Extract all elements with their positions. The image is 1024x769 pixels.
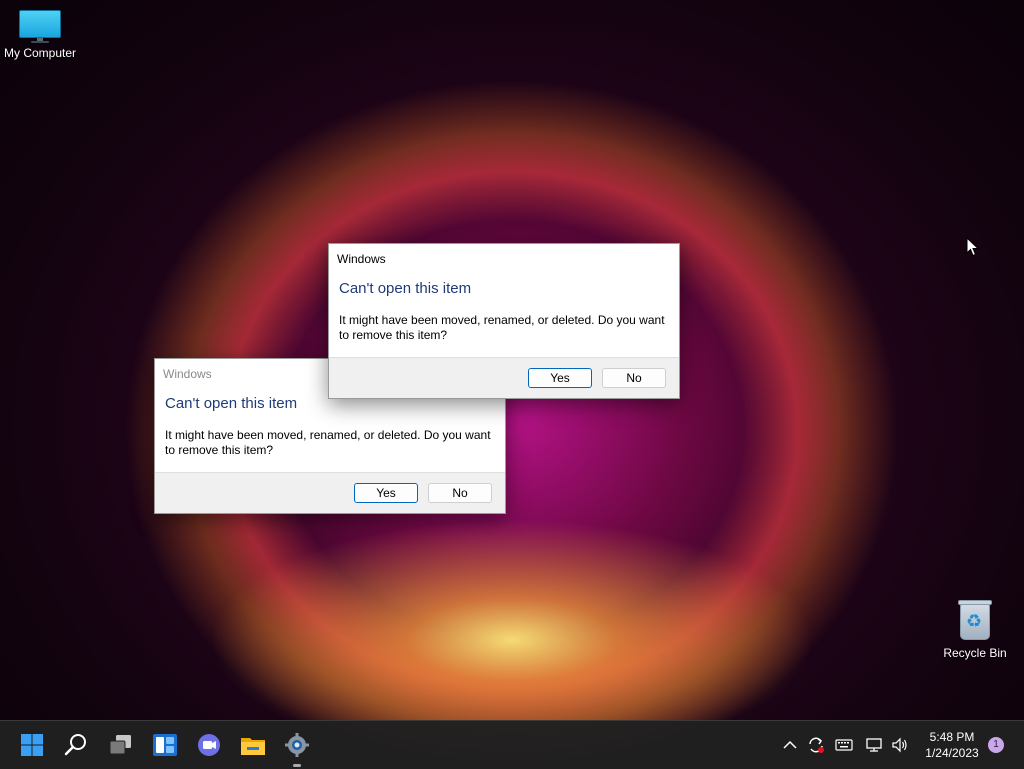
keyboard-icon[interactable] bbox=[834, 735, 854, 755]
desktop-icon-label: Recycle Bin bbox=[943, 646, 1007, 660]
network-icon[interactable] bbox=[864, 735, 884, 755]
file-explorer-icon[interactable] bbox=[239, 731, 267, 759]
volume-icon[interactable] bbox=[890, 735, 910, 755]
chevron-up-icon[interactable] bbox=[780, 735, 800, 755]
sync-icon[interactable] bbox=[806, 735, 826, 755]
clock[interactable]: 5:48 PM 1/24/2023 bbox=[917, 729, 987, 761]
yes-button[interactable]: Yes bbox=[528, 368, 592, 388]
dialog-message: It might have been moved, renamed, or de… bbox=[165, 428, 491, 457]
task-view-icon[interactable] bbox=[107, 731, 135, 759]
windows-start-icon[interactable] bbox=[18, 731, 46, 759]
dialog-footer: Yes No bbox=[329, 357, 679, 398]
error-dialog-front[interactable]: Windows Can't open this item It might ha… bbox=[328, 243, 680, 399]
search-icon[interactable] bbox=[62, 731, 90, 759]
widgets-icon[interactable] bbox=[151, 731, 179, 759]
no-button[interactable]: No bbox=[428, 483, 492, 503]
running-indicator bbox=[293, 764, 301, 767]
dialog-title: Windows bbox=[337, 252, 386, 266]
settings-gear-icon[interactable] bbox=[283, 731, 311, 759]
desktop-icon-label: My Computer bbox=[3, 46, 77, 60]
no-button[interactable]: No bbox=[602, 368, 666, 388]
clock-time: 5:48 PM bbox=[929, 730, 975, 744]
teams-chat-icon[interactable] bbox=[195, 731, 223, 759]
taskbar: 5:48 PM 1/24/2023 1 bbox=[0, 720, 1024, 769]
clock-date: 1/24/2023 bbox=[925, 746, 979, 760]
dialog-heading: Can't open this item bbox=[339, 280, 472, 297]
dialog-message: It might have been moved, renamed, or de… bbox=[339, 313, 665, 342]
desktop-icon-my-computer[interactable]: My Computer bbox=[0, 10, 80, 60]
dialog-footer: Yes No bbox=[155, 472, 505, 513]
computer-icon bbox=[19, 10, 61, 43]
mouse-cursor-icon bbox=[966, 237, 980, 257]
yes-button[interactable]: Yes bbox=[354, 483, 418, 503]
notification-count-badge[interactable]: 1 bbox=[988, 737, 1004, 753]
recycle-bin-icon: ♻ bbox=[957, 598, 993, 642]
desktop-icon-recycle-bin[interactable]: ♻ Recycle Bin bbox=[935, 598, 1015, 660]
